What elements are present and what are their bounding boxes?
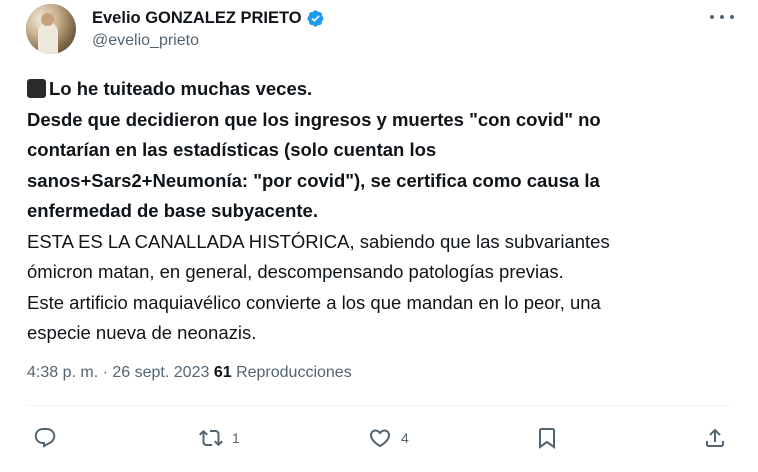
like-button[interactable]: 4 [367,420,409,456]
divider [27,405,731,406]
author-display-name[interactable]: Evelio GONZALEZ PRIETO [92,9,302,28]
author-name-row: Evelio GONZALEZ PRIETO [92,7,325,29]
tweet-text-line: enfermedad de base subyacente. [27,200,318,221]
tweet-date[interactable]: 26 sept. 2023 [112,364,209,381]
retweet-icon [198,426,224,450]
like-count: 4 [401,430,409,446]
reply-button[interactable] [33,420,65,456]
heart-icon [367,426,393,450]
tweet-text-segment: Lo he tuiteado muchas veces. [49,78,313,99]
more-options-icon[interactable] [710,10,734,24]
avatar-head [41,13,54,26]
action-bar: 1 4 [0,420,758,456]
tweet-text-line: ESTA ES LA CANALLADA HISTÓRICA, sabiendo… [27,230,610,252]
black-square-emoji [27,79,46,98]
more-dot [710,15,714,19]
views-count[interactable]: 61 [214,364,232,381]
tweet-text-line: Este artificio maquiavélico convierte a … [27,291,601,313]
bookmark-button[interactable] [535,420,559,456]
tweet-text-line: Lo he tuiteado muchas veces. [27,74,727,105]
views-label[interactable]: Reproducciones [236,364,352,381]
author-handle[interactable]: @evelio_prieto [92,32,199,50]
tweet-text-line: ómicron matan, en general, descompensand… [27,261,564,282]
retweet-count: 1 [232,430,240,446]
tweet-text-line: contarían en las estadísticas (solo cuen… [27,139,437,160]
tweet-text-line: especie nueva de neonazis. [27,322,257,343]
more-dot [730,15,734,19]
more-dot [720,15,724,19]
tweet-time[interactable]: 4:38 p. m. [27,364,98,381]
meta-separator: · [102,364,108,381]
retweet-button[interactable]: 1 [198,420,240,456]
tweet-text-line: sanos+Sars2+Neumonía: "por covid"), se c… [27,169,600,191]
verified-badge-icon[interactable] [306,9,325,28]
tweet-text-line: Desde que decidieron que los ingresos y … [27,108,601,130]
tweet-card: Evelio GONZALEZ PRIETO @evelio_prieto Lo… [0,0,758,472]
avatar-person [38,22,58,54]
tweet-meta: 4:38 p. m. · 26 sept. 2023 · 61 Reproduc… [27,364,352,382]
share-icon [703,426,727,450]
tweet-text: Lo he tuiteado muchas veces. Desde que d… [27,74,727,349]
bookmark-icon [535,426,559,450]
avatar[interactable] [26,4,76,54]
reply-icon [33,426,57,450]
share-button[interactable] [703,420,727,456]
